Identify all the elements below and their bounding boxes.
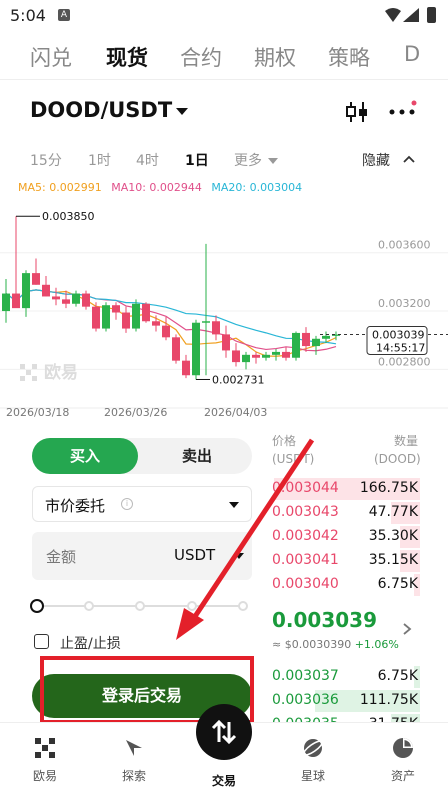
nav-label: 探索 xyxy=(121,769,146,783)
nav-explore[interactable]: 探索 xyxy=(99,737,169,784)
planet-icon xyxy=(302,739,324,757)
trade-fab-button[interactable] xyxy=(196,704,252,760)
arrow-annotation xyxy=(176,438,315,640)
nav-label: 星球 xyxy=(300,769,325,783)
okx-logo-icon xyxy=(35,738,55,758)
swap-icon xyxy=(211,719,237,745)
nav-planet[interactable]: 星球 xyxy=(278,737,348,784)
nav-label-trade: 交易 xyxy=(211,774,236,788)
compass-icon xyxy=(126,740,142,756)
nav-assets[interactable]: 资产 xyxy=(368,737,438,784)
nav-label: 资产 xyxy=(390,769,415,783)
nav-label: 欧易 xyxy=(32,769,57,783)
pie-chart-icon xyxy=(393,738,413,758)
nav-okx[interactable]: 欧易 xyxy=(10,737,80,784)
